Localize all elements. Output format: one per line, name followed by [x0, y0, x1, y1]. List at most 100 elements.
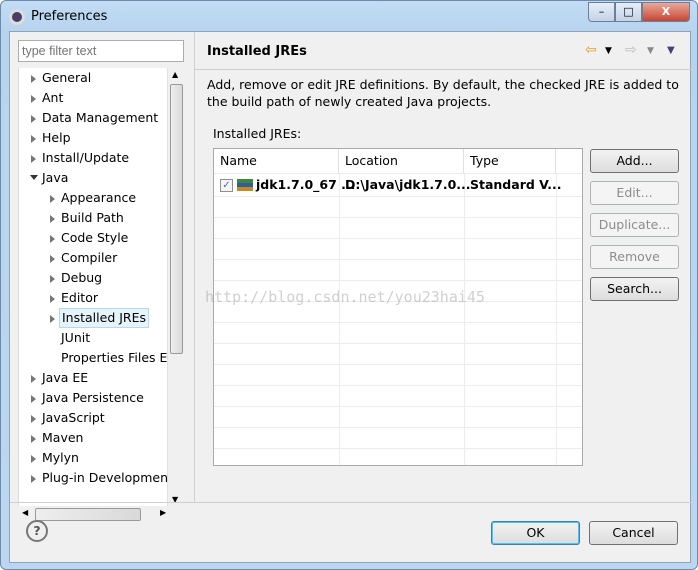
tree-vertical-scrollbar[interactable]: ▲ ▼: [167, 68, 184, 506]
tree-item-label: Help: [42, 130, 71, 145]
tree-item[interactable]: Mylyn: [19, 448, 184, 468]
preference-tree: General Ant Data Management Help Install/Upd…: [18, 68, 184, 506]
dialog-body: General Ant Data Management Help Install/Upd…: [9, 31, 692, 563]
tree-item-label: Debug: [61, 270, 103, 285]
tree-item[interactable]: JUnit: [19, 328, 184, 348]
help-icon[interactable]: ?: [26, 520, 48, 542]
minimize-button[interactable]: –: [588, 2, 615, 22]
tree-item[interactable]: Plug-in Development: [19, 468, 184, 488]
header-separator: [195, 69, 692, 70]
tree-item[interactable]: Java: [19, 168, 184, 188]
page-description: Add, remove or edit JRE definitions. By …: [207, 77, 679, 109]
tree-item[interactable]: General: [19, 68, 184, 88]
back-icon[interactable]: ⇦: [585, 42, 597, 58]
tree-item-label: Editor: [61, 290, 98, 305]
collapsed-arrow-icon[interactable]: [50, 295, 55, 303]
tree-item-label: JUnit: [61, 330, 91, 345]
back-menu-icon[interactable]: ▼: [605, 46, 612, 56]
tree-item-label: Installed JREs: [59, 308, 150, 328]
collapsed-arrow-icon[interactable]: [31, 395, 36, 403]
filter-input[interactable]: [18, 40, 184, 62]
ok-button[interactable]: OK: [491, 521, 580, 545]
tree-item-label: Compiler: [61, 250, 118, 265]
tree-item[interactable]: Compiler: [19, 248, 184, 268]
duplicate-button[interactable]: Duplicate...: [590, 213, 679, 237]
jre-table-label: Installed JREs:: [213, 126, 302, 141]
collapsed-arrow-icon[interactable]: [50, 275, 55, 283]
collapsed-arrow-icon[interactable]: [31, 415, 36, 423]
tree-item-label: Build Path: [61, 210, 124, 225]
tree-item-label: Maven: [42, 430, 84, 445]
tree-item-label: Mylyn: [42, 450, 79, 465]
tree-item[interactable]: Debug: [19, 268, 184, 288]
jre-table: Name Location Type ✓ jdk1.7.0_67 ... D:\…: [213, 148, 583, 466]
page-title: Installed JREs: [207, 44, 307, 59]
jre-checkbox[interactable]: ✓: [220, 179, 233, 192]
collapsed-arrow-icon[interactable]: [50, 215, 55, 223]
column-header-location[interactable]: Location: [339, 149, 464, 173]
tree-item-label: JavaScript: [42, 410, 105, 425]
scroll-thumb[interactable]: [170, 84, 183, 354]
collapsed-arrow-icon[interactable]: [31, 95, 36, 103]
tree-item[interactable]: Java Persistence: [19, 388, 184, 408]
scroll-right-icon[interactable]: ▶: [160, 508, 166, 517]
collapsed-arrow-icon[interactable]: [31, 455, 36, 463]
close-button[interactable]: X: [642, 2, 690, 22]
collapsed-arrow-icon[interactable]: [31, 375, 36, 383]
forward-icon[interactable]: ⇨: [625, 42, 637, 58]
tree-item[interactable]: Code Style: [19, 228, 184, 248]
tree-item[interactable]: Build Path: [19, 208, 184, 228]
search-button[interactable]: Search...: [590, 277, 679, 301]
scroll-left-icon[interactable]: ◀: [22, 508, 28, 517]
collapsed-arrow-icon[interactable]: [31, 475, 36, 483]
cancel-button[interactable]: Cancel: [589, 521, 678, 545]
tree-item-label: Appearance: [61, 190, 137, 205]
tree-item[interactable]: Editor: [19, 288, 184, 308]
tree-item[interactable]: Appearance: [19, 188, 184, 208]
tree-item[interactable]: JavaScript: [19, 408, 184, 428]
tree-item-label: Plug-in Development: [42, 470, 173, 485]
tree-item[interactable]: Java EE: [19, 368, 184, 388]
remove-button[interactable]: Remove: [590, 245, 679, 269]
collapsed-arrow-icon[interactable]: [31, 135, 36, 143]
collapsed-arrow-icon[interactable]: [50, 235, 55, 243]
tree-item[interactable]: Data Management: [19, 108, 184, 128]
scroll-up-icon[interactable]: ▲: [172, 70, 178, 79]
expanded-arrow-icon[interactable]: [30, 175, 38, 180]
jre-type: Standard V...: [470, 177, 562, 192]
collapsed-arrow-icon[interactable]: [31, 115, 36, 123]
preference-page: Installed JREs ⇦ ▼ ⇨ ▼ ▼ Add, remove or …: [195, 32, 692, 502]
tree-item[interactable]: Maven: [19, 428, 184, 448]
collapsed-arrow-icon[interactable]: [31, 75, 36, 83]
collapsed-arrow-icon[interactable]: [50, 195, 55, 203]
collapsed-arrow-icon[interactable]: [31, 435, 36, 443]
tree-item[interactable]: Install/Update: [19, 148, 184, 168]
hscroll-thumb[interactable]: [35, 508, 141, 521]
tree-item-label: General: [42, 70, 92, 85]
app-icon: [9, 9, 25, 25]
tree-item-label: Data Management: [42, 110, 159, 125]
tree-item[interactable]: Help: [19, 128, 184, 148]
tree-item-label: Java: [42, 170, 69, 185]
tree-horizontal-scrollbar[interactable]: ◀ ▶: [18, 506, 184, 523]
footer-separator: [10, 502, 692, 503]
add-button[interactable]: Add...: [590, 149, 679, 173]
maximize-button[interactable]: □: [615, 2, 642, 22]
tree-item-label: Ant: [42, 90, 64, 105]
collapsed-arrow-icon[interactable]: [50, 255, 55, 263]
tree-item[interactable]: Ant: [19, 88, 184, 108]
tree-item-label: Properties Files Ed: [61, 350, 176, 365]
view-menu-icon[interactable]: ▼: [667, 45, 675, 56]
column-header-name[interactable]: Name: [214, 149, 339, 173]
tree-item-label: Java EE: [42, 370, 89, 385]
edit-button[interactable]: Edit...: [590, 181, 679, 205]
collapsed-arrow-icon[interactable]: [31, 155, 36, 163]
tree-item-label: Java Persistence: [42, 390, 144, 405]
tree-item-label: Install/Update: [42, 150, 130, 165]
column-header-type[interactable]: Type: [464, 149, 556, 173]
forward-menu-icon[interactable]: ▼: [647, 46, 654, 56]
tree-item[interactable]: Properties Files Ed: [19, 348, 184, 368]
collapsed-arrow-icon[interactable]: [50, 315, 55, 323]
tree-item[interactable]: Installed JREs: [19, 308, 184, 328]
jre-location: D:\Java\jdk1.7.0...: [345, 177, 471, 192]
